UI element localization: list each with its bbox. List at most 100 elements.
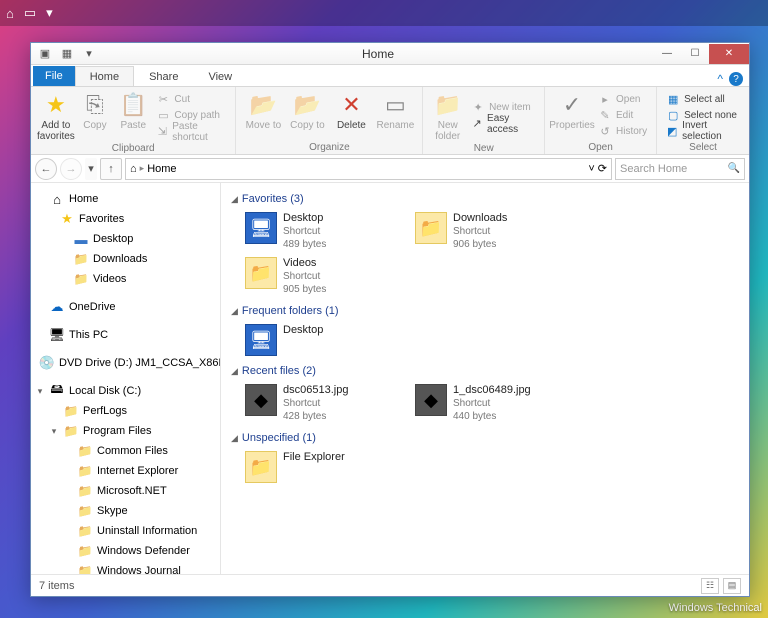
back-button[interactable]: ← [35,158,57,180]
sidebar-item-folder[interactable]: Microsoft.NET [31,481,220,501]
sidebar-item-folder[interactable]: Windows Defender [31,541,220,561]
folder-icon [77,523,93,539]
thumbnail-icon: ◆ [245,384,277,416]
breadcrumb[interactable]: ⌂ ▸ Home ˅ ⟳ [125,158,612,180]
forward-button[interactable]: → [60,158,82,180]
paste-button[interactable]: 📋 Paste [115,89,151,142]
sidebar-item-folder[interactable]: Internet Explorer [31,461,220,481]
tab-file[interactable]: File [33,66,75,86]
minimize-button[interactable]: — [653,44,681,64]
open-button[interactable]: ▸Open [595,92,650,107]
sidebar-item-videos[interactable]: Videos [31,269,220,289]
item-size: 489 bytes [283,238,326,251]
sidebar-item-downloads[interactable]: Downloads [31,249,220,269]
folder-icon [77,463,93,479]
qat-dropdown-icon[interactable]: ▾ [79,45,99,63]
properties-icon: ✓ [558,91,586,119]
add-to-favorites-button[interactable]: ★ Add to favorites [37,89,75,142]
pc-icon: 🖥 [49,327,65,343]
sidebar-item-programfiles[interactable]: ▾Program Files [31,421,220,441]
select-all-button[interactable]: ▦Select all [663,92,743,107]
tab-share[interactable]: Share [134,66,193,86]
file-item[interactable]: ◆1_dsc06489.jpgShortcut440 bytes [413,381,583,426]
folder-icon [63,403,79,419]
file-item[interactable]: 📁File Explorer [243,448,413,486]
sidebar-item-folder[interactable]: Skype [31,501,220,521]
search-placeholder: Search Home [620,163,687,175]
sidebar-item-perflogs[interactable]: PerfLogs [31,401,220,421]
copy-button[interactable]: ⎘ Copy [77,89,113,142]
sidebar-item-folder[interactable]: Common Files [31,441,220,461]
cut-button[interactable]: ✂Cut [153,92,229,107]
status-bar: 7 items ☷ ▤ [31,574,749,596]
file-item[interactable]: 🖥DesktopShortcut489 bytes [243,209,413,254]
folder-icon [77,443,93,459]
easy-access-button[interactable]: ↗Easy access [468,116,538,131]
taskbar-app-icon[interactable]: ▭ [24,5,36,21]
sidebar-item-localdisk[interactable]: ▾🖴Local Disk (C:) [31,381,220,401]
sidebar-item-thispc[interactable]: 🖥This PC [31,325,220,345]
maximize-button[interactable]: ☐ [681,44,709,64]
selectnone-icon: ▢ [666,108,680,122]
properties-button[interactable]: ✓Properties [551,89,593,141]
open-icon: ▸ [598,92,612,106]
group-label-organize: Organize [242,141,416,154]
ribbon-group-clipboard: ★ Add to favorites ⎘ Copy 📋 Paste ✂Cut ▭… [31,87,236,154]
thumbnails-view-icon[interactable]: ▤ [723,578,741,594]
group-header[interactable]: ◢Frequent folders (1) [231,305,739,317]
invert-selection-button[interactable]: ◩Invert selection [663,124,743,139]
delete-button[interactable]: ✕Delete [330,89,372,141]
new-item-button[interactable]: ✦New item [468,100,538,115]
items-row: 🖥DesktopShortcut489 bytes📁DownloadsShort… [243,209,739,299]
thumbnail-icon: 🖥 [245,212,277,244]
chevron-down-icon: ◢ [231,433,238,444]
breadcrumb-dropdown-icon[interactable]: ˅ [588,163,594,175]
rename-button[interactable]: ▭Rename [374,89,416,141]
desktop-icon: ▬ [73,231,89,247]
new-folder-button[interactable]: 📁New folder [429,89,466,142]
sidebar-item-folder[interactable]: Uninstall Information [31,521,220,541]
ribbon-tabs: File Home Share View ^ ? [31,65,749,87]
file-item[interactable]: ◆dsc06513.jpgShortcut428 bytes [243,381,413,426]
collapse-icon[interactable]: ▾ [49,426,59,437]
tab-home[interactable]: Home [75,66,134,86]
file-item[interactable]: 🖥Desktop [243,321,413,359]
file-item[interactable]: 📁DownloadsShortcut906 bytes [413,209,583,254]
tab-view[interactable]: View [193,66,247,86]
sidebar-item-home[interactable]: ⌂Home [31,189,220,209]
item-type: Shortcut [453,225,507,238]
star-icon: ★ [42,91,70,119]
sidebar-item-folder[interactable]: Windows Journal [31,561,220,574]
copy-icon: ⎘ [81,91,109,119]
edit-button[interactable]: ✎Edit [595,108,650,123]
close-button[interactable]: ✕ [709,44,749,64]
sidebar-item-favorites[interactable]: ★Favorites [31,209,220,229]
details-view-icon[interactable]: ☷ [701,578,719,594]
group-header[interactable]: ◢Unspecified (1) [231,432,739,444]
group-header[interactable]: ◢Favorites (3) [231,193,739,205]
breadcrumb-home[interactable]: Home [147,163,176,175]
collapse-icon[interactable]: ▾ [35,386,45,397]
taskbar-chevron-icon[interactable]: ▾ [46,5,53,21]
qat-properties-icon[interactable]: ▣ [35,45,55,63]
recent-dropdown[interactable]: ▾ [85,158,97,180]
qat-newfolder-icon[interactable]: ▦ [57,45,77,63]
history-button[interactable]: ↺History [595,124,650,139]
group-label-clipboard: Clipboard [37,142,229,155]
sidebar-item-desktop[interactable]: ▬Desktop [31,229,220,249]
refresh-icon[interactable]: ⟳ [598,162,607,175]
ribbon-collapse-icon[interactable]: ^ [717,72,723,86]
help-icon[interactable]: ? [729,72,743,86]
group-header[interactable]: ◢Recent files (2) [231,365,739,377]
folder-icon [73,271,89,287]
sidebar-item-onedrive[interactable]: ☁OneDrive [31,297,220,317]
copy-to-button[interactable]: 📂Copy to [286,89,328,141]
file-item[interactable]: 📁VideosShortcut905 bytes [243,254,413,299]
search-input[interactable]: Search Home 🔍 [615,158,745,180]
paste-shortcut-button[interactable]: ⇲Paste shortcut [153,124,229,139]
move-to-button[interactable]: 📂Move to [242,89,284,141]
sidebar-item-dvd[interactable]: 💿DVD Drive (D:) JM1_CCSA_X86FRE_EN-US [31,353,220,373]
up-button[interactable]: ↑ [100,158,122,180]
taskbar-home-icon[interactable]: ⌂ [6,6,14,21]
content-pane: ◢Favorites (3)🖥DesktopShortcut489 bytes📁… [221,183,749,574]
